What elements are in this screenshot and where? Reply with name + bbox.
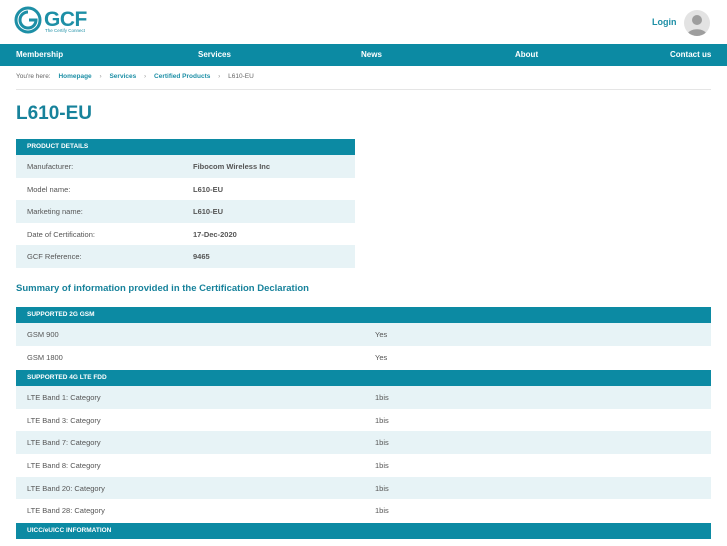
row-label: Date of Certification: (27, 229, 95, 239)
table-row: LTE Band 3: Category 1bis (16, 409, 711, 432)
row-label: Model name: (27, 184, 71, 194)
gsm-section: SUPPORTED 2G GSM GSM 900 Yes GSM 1800 Ye… (16, 307, 711, 368)
row-label: LTE Band 7: Category (27, 438, 101, 448)
user-avatar-icon[interactable] (684, 10, 710, 36)
nav-item-contact-us[interactable]: Contact us (670, 50, 711, 59)
nav-item-membership[interactable]: Membership (16, 50, 63, 59)
breadcrumb: You're here: Homepage › Services › Certi… (16, 73, 254, 80)
breadcrumb-separator: › (218, 73, 221, 80)
row-value: Yes (375, 330, 388, 339)
row-label: GSM 900 (27, 330, 59, 339)
gcf-logo-icon (14, 6, 42, 34)
site-header: GCF The Certify Connect Login (0, 0, 727, 44)
row-label: LTE Band 3: Category (27, 415, 101, 425)
nav-item-services[interactable]: Services (198, 50, 231, 59)
main-nav: Membership Services News About Contact u… (0, 44, 727, 66)
product-details-header: PRODUCT DETAILS (16, 139, 355, 155)
person-icon (687, 15, 707, 36)
login-link[interactable]: Login (652, 17, 677, 27)
row-label: LTE Band 20: Category (27, 483, 105, 493)
row-label: LTE Band 28: Category (27, 506, 105, 516)
row-value: L610-EU (193, 207, 224, 217)
row-label: Marketing name: (27, 207, 83, 217)
row-value: 1bis (375, 393, 389, 402)
breadcrumb-services[interactable]: Services (109, 73, 136, 80)
table-row: GSM 900 Yes (16, 323, 711, 346)
row-value: 17-Dec-2020 (193, 229, 237, 239)
logo-tagline: The Certify Connect (45, 28, 86, 33)
breadcrumb-current: L610-EU (228, 73, 254, 80)
table-row: GCF Reference: 9465 (16, 245, 355, 268)
breadcrumb-separator: › (144, 73, 147, 80)
page-title: L610-EU (16, 103, 93, 124)
uicc-section: UICC/eUICC INFORMATION (16, 523, 711, 539)
row-value: 1bis (375, 461, 389, 471)
breadcrumb-certified-products[interactable]: Certified Products (154, 73, 210, 80)
row-value: 9465 (193, 252, 210, 262)
row-value: 1bis (375, 415, 389, 425)
breadcrumb-prefix: You're here: (16, 73, 51, 80)
table-row: LTE Band 7: Category 1bis (16, 431, 711, 455)
uicc-header: UICC/eUICC INFORMATION (16, 523, 711, 539)
table-row: Manufacturer: Fibocom Wireless Inc (16, 155, 355, 178)
row-value: 1bis (375, 438, 389, 448)
table-row: GSM 1800 Yes (16, 346, 711, 369)
row-label: Manufacturer: (27, 162, 74, 171)
product-details-table: PRODUCT DETAILS Manufacturer: Fibocom Wi… (16, 139, 355, 268)
breadcrumb-separator: › (99, 73, 102, 80)
table-row: LTE Band 28: Category 1bis (16, 499, 711, 522)
summary-heading: Summary of information provided in the C… (16, 283, 309, 294)
gcf-logo[interactable]: GCF The Certify Connect (14, 6, 94, 36)
nav-item-about[interactable]: About (515, 50, 538, 59)
row-value: Yes (375, 352, 388, 362)
breadcrumb-homepage[interactable]: Homepage (58, 73, 91, 80)
table-row: LTE Band 20: Category 1bis (16, 476, 711, 500)
row-value: 1bis (375, 506, 389, 516)
gsm-header: SUPPORTED 2G GSM (16, 307, 711, 323)
lte-header: SUPPORTED 4G LTE FDD (16, 370, 711, 386)
table-row: Marketing name: L610-EU (16, 200, 355, 223)
lte-section: SUPPORTED 4G LTE FDD LTE Band 1: Categor… (16, 370, 711, 522)
table-row: LTE Band 8: Category 1bis (16, 454, 711, 477)
row-value: L610-EU (193, 184, 224, 194)
row-label: GSM 1800 (27, 352, 63, 362)
table-row: Model name: L610-EU (16, 178, 355, 201)
row-label: LTE Band 8: Category (27, 461, 101, 471)
table-row: Date of Certification: 17-Dec-2020 (16, 223, 355, 246)
nav-item-news[interactable]: News (361, 50, 382, 59)
row-value: 1bis (375, 483, 389, 493)
breadcrumb-divider (16, 89, 711, 90)
table-row: LTE Band 1: Category 1bis (16, 386, 711, 409)
row-value: Fibocom Wireless Inc (193, 162, 271, 171)
row-label: LTE Band 1: Category (27, 393, 101, 402)
row-label: GCF Reference: (27, 252, 82, 262)
